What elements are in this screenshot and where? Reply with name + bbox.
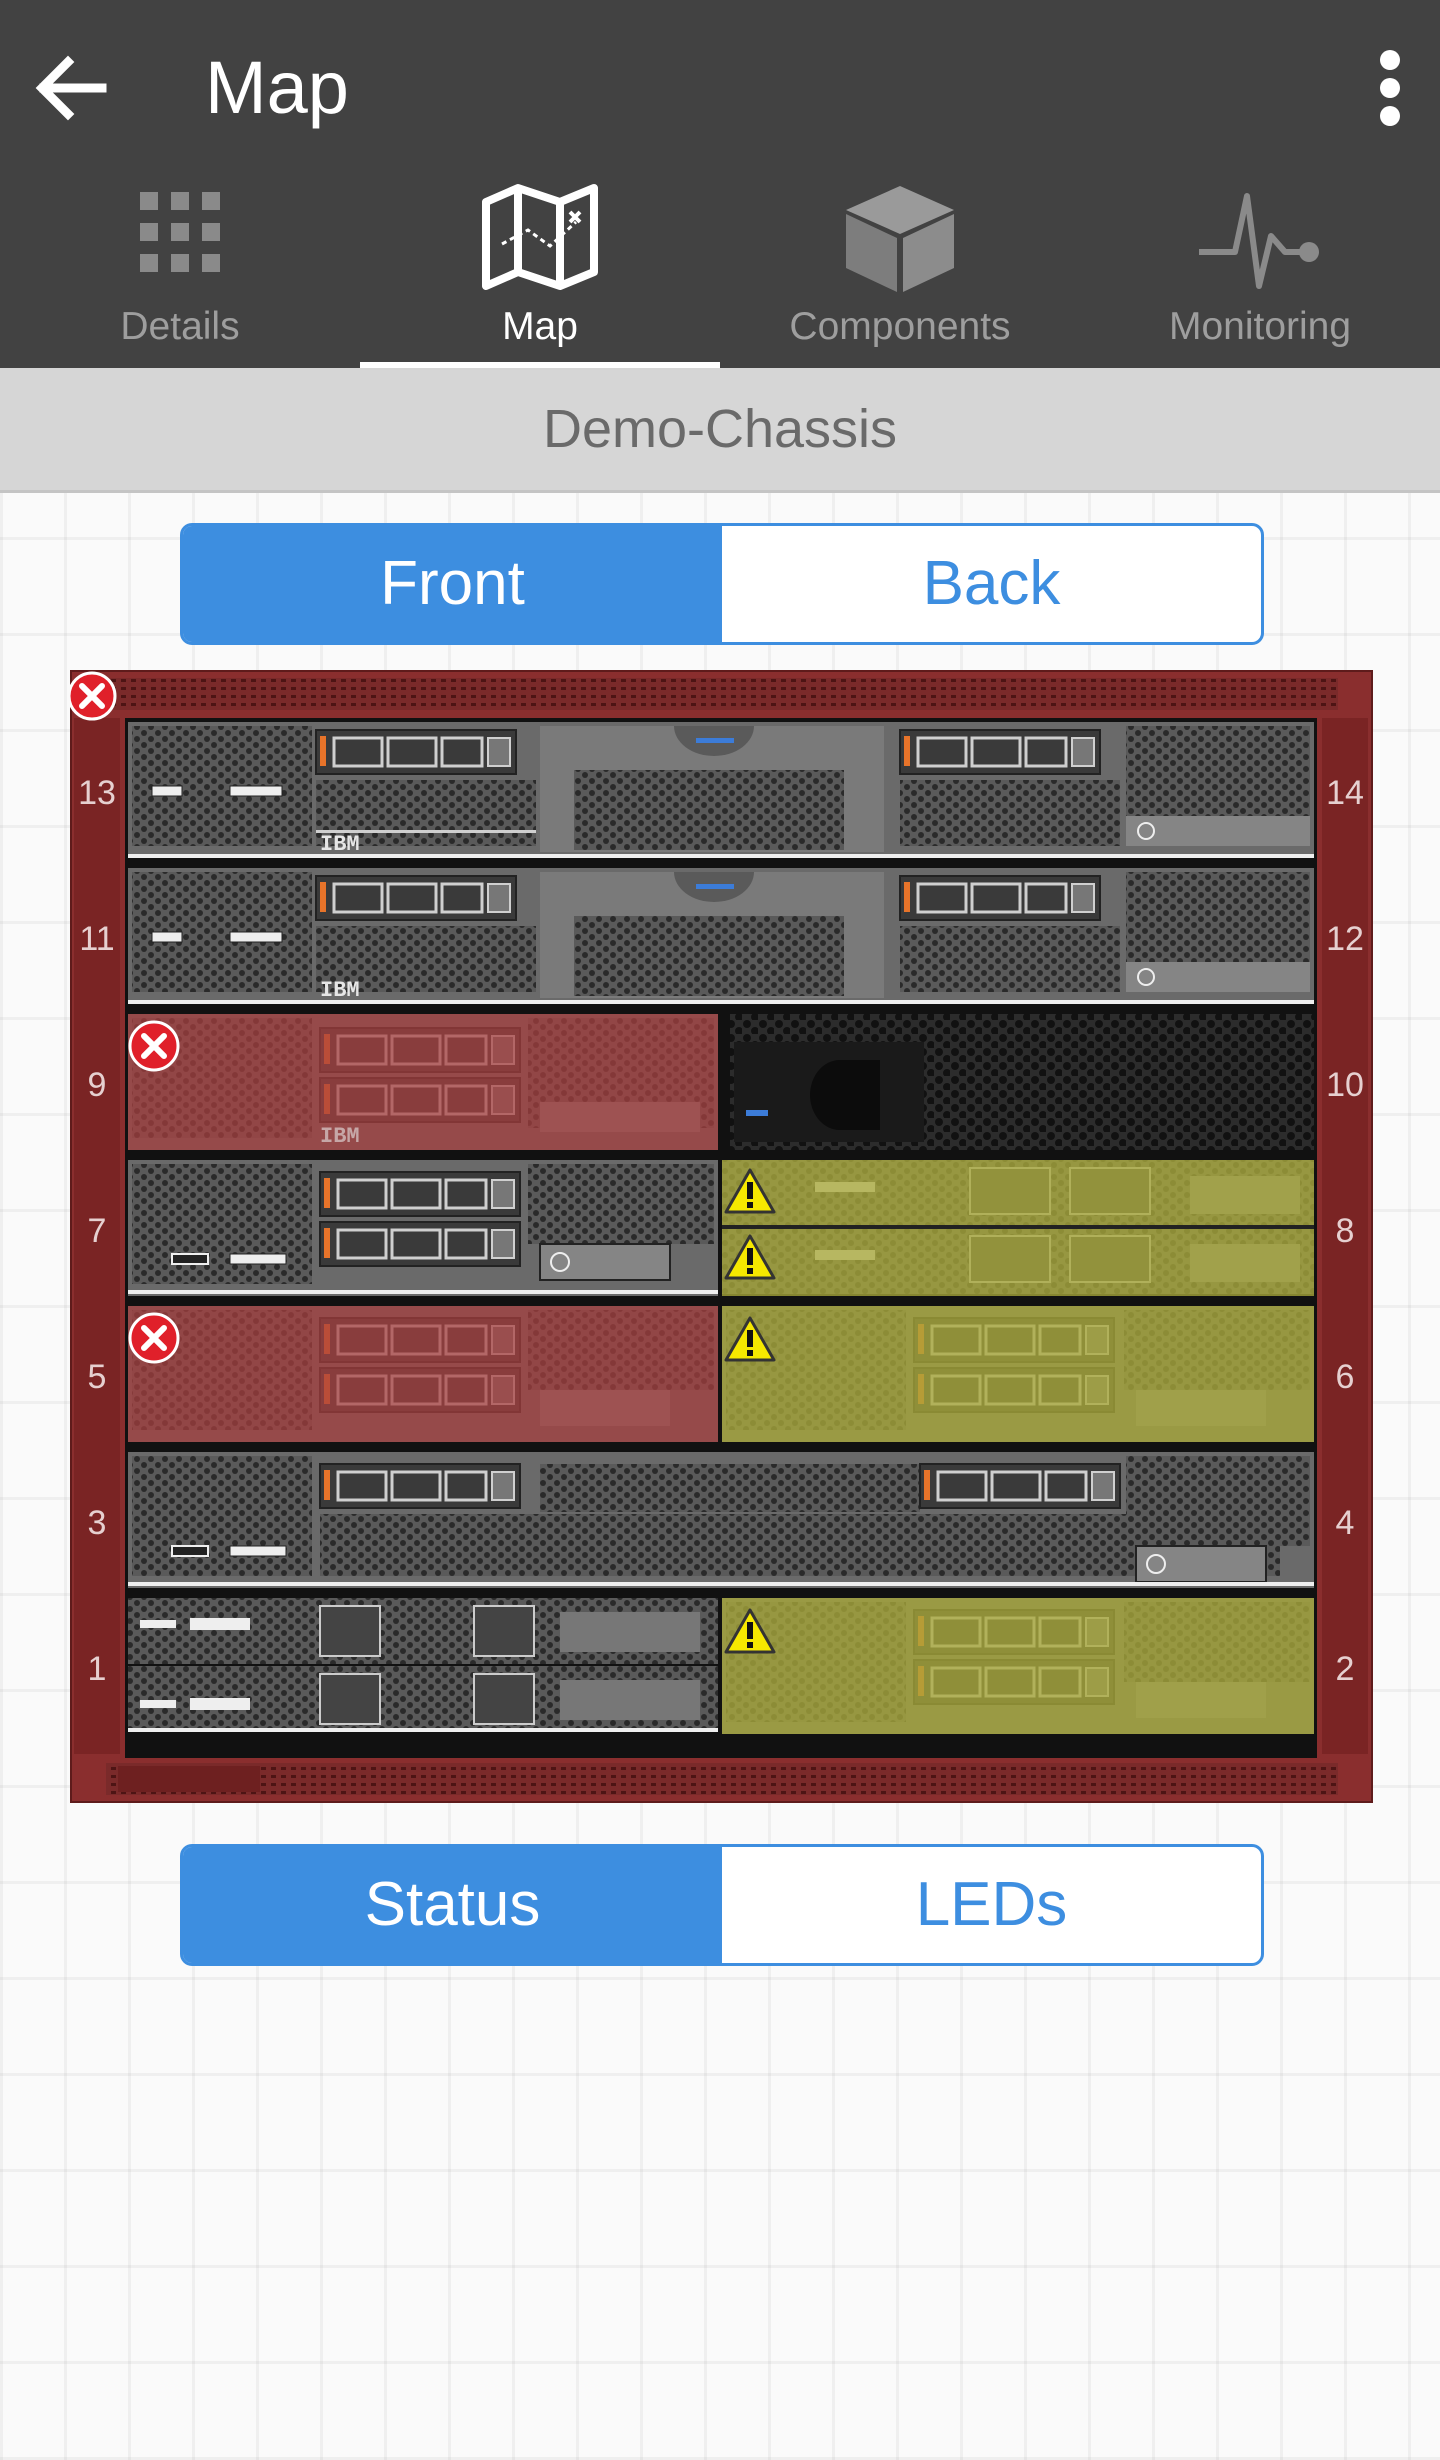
bay-label: 6 bbox=[1336, 1358, 1355, 1396]
view-toggle: Front Back bbox=[180, 523, 1264, 645]
bay-label: 13 bbox=[78, 774, 116, 812]
bay-label: 12 bbox=[1326, 920, 1364, 958]
bay-label: 9 bbox=[88, 1066, 107, 1104]
error-icon-bay-9 bbox=[128, 1020, 180, 1072]
node-bay-2[interactable] bbox=[722, 1598, 1314, 1734]
bay-label: 1 bbox=[88, 1650, 107, 1688]
tab-components[interactable]: Components bbox=[720, 170, 1080, 368]
tab-map-label: Map bbox=[502, 305, 578, 348]
grid-dots-icon bbox=[140, 192, 220, 272]
bay-label: 8 bbox=[1336, 1212, 1355, 1250]
node-bay-5[interactable] bbox=[128, 1306, 718, 1442]
error-icon-bay-5 bbox=[128, 1312, 180, 1364]
bay-label: 3 bbox=[88, 1504, 107, 1542]
tab-components-label: Components bbox=[789, 305, 1011, 348]
back-view-button[interactable]: Back bbox=[722, 526, 1261, 642]
tab-monitoring[interactable]: Monitoring bbox=[1080, 170, 1440, 368]
back-arrow-icon bbox=[35, 55, 107, 121]
tab-details[interactable]: Details bbox=[0, 170, 360, 368]
status-mode-button[interactable]: Status bbox=[183, 1847, 722, 1963]
bay-label: 4 bbox=[1336, 1504, 1355, 1542]
ibm-logo: IBM bbox=[320, 1124, 360, 1149]
bay-label: 2 bbox=[1336, 1650, 1355, 1688]
bay-label: 11 bbox=[79, 920, 114, 958]
mode-toggle: Status LEDs bbox=[180, 1844, 1264, 1966]
overflow-menu-button[interactable] bbox=[1346, 40, 1418, 136]
app-bar: Map Details Map Components Monitoring bbox=[0, 0, 1440, 368]
node-bay-13-14[interactable] bbox=[128, 722, 1314, 858]
tab-map[interactable]: Map bbox=[360, 170, 720, 368]
node-bay-8[interactable] bbox=[722, 1160, 1314, 1296]
node-bay-7[interactable] bbox=[128, 1160, 718, 1296]
node-bay-6[interactable] bbox=[722, 1306, 1314, 1442]
pulse-monitor-icon bbox=[1199, 193, 1319, 289]
node-bay-9[interactable] bbox=[128, 1014, 718, 1150]
node-bay-11-12[interactable] bbox=[128, 868, 1314, 1004]
bay-label: 5 bbox=[88, 1358, 107, 1396]
node-bay-3-4[interactable] bbox=[128, 1452, 1314, 1588]
front-view-button[interactable]: Front bbox=[183, 526, 722, 642]
tab-monitoring-label: Monitoring bbox=[1168, 305, 1352, 348]
back-button[interactable] bbox=[22, 40, 118, 136]
bay-label: 14 bbox=[1326, 774, 1364, 812]
module-bay-10[interactable] bbox=[730, 1014, 1314, 1150]
more-vert-icon bbox=[1380, 50, 1400, 126]
chassis-error-icon bbox=[70, 671, 117, 721]
cube-icon bbox=[846, 186, 954, 292]
leds-mode-button[interactable]: LEDs bbox=[722, 1847, 1261, 1963]
chassis-name-header: Demo-Chassis bbox=[0, 368, 1440, 493]
folded-map-icon bbox=[482, 184, 598, 290]
bay-label: 7 bbox=[88, 1212, 107, 1250]
page-title: Map bbox=[205, 46, 349, 129]
ibm-logo: IBM bbox=[320, 978, 360, 1003]
tab-details-label: Details bbox=[120, 305, 240, 348]
bay-label: 10 bbox=[1326, 1066, 1364, 1104]
chassis-diagram: 13 11 9 7 5 3 1 14 12 10 8 6 4 2 IBM IBM… bbox=[70, 670, 1373, 1803]
ibm-logo: IBM bbox=[320, 832, 360, 857]
